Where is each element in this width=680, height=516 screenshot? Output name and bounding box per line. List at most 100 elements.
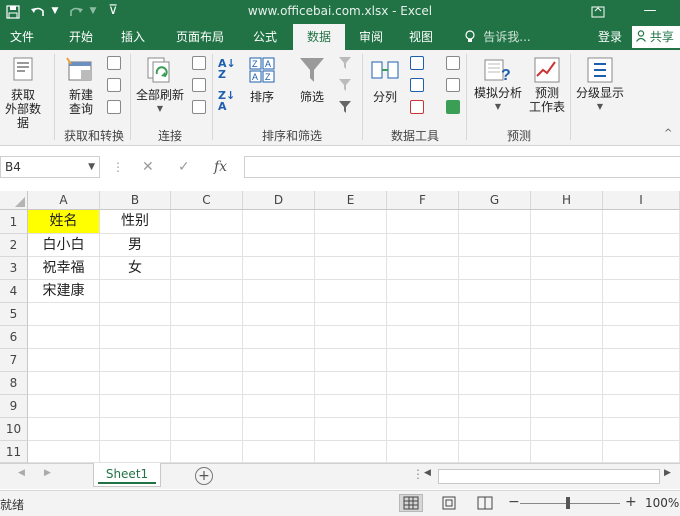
cell-F3[interactable] xyxy=(387,257,459,280)
cell-B7[interactable] xyxy=(100,349,171,372)
zoom-out-button[interactable]: − xyxy=(508,494,520,510)
cell-D7[interactable] xyxy=(243,349,315,372)
cell-D10[interactable] xyxy=(243,418,315,441)
edit-links-icon[interactable] xyxy=(192,100,206,114)
cell-H1[interactable] xyxy=(531,210,603,234)
cell-G2[interactable] xyxy=(459,234,531,257)
get-external-data-button[interactable]: 获取 外部数据 xyxy=(0,56,46,130)
cell-C3[interactable] xyxy=(171,257,243,280)
scroll-left-icon[interactable]: ◀ xyxy=(18,468,25,478)
cell-C2[interactable] xyxy=(171,234,243,257)
cell-F10[interactable] xyxy=(387,418,459,441)
text-to-columns-button[interactable]: 分列 xyxy=(366,56,404,126)
cell-I5[interactable] xyxy=(603,303,680,326)
cell-I9[interactable] xyxy=(603,395,680,418)
remove-duplicates-icon[interactable] xyxy=(410,78,424,92)
horizontal-scrollbar[interactable] xyxy=(438,469,660,484)
cell-I8[interactable] xyxy=(603,372,680,395)
cell-E10[interactable] xyxy=(315,418,387,441)
manage-data-model-icon[interactable] xyxy=(446,100,460,114)
cell-C1[interactable] xyxy=(171,210,243,234)
cell-G11[interactable] xyxy=(459,441,531,463)
row-header-2[interactable]: 2 xyxy=(0,234,28,257)
zoom-slider-thumb[interactable] xyxy=(566,497,570,509)
cell-E6[interactable] xyxy=(315,326,387,349)
page-layout-view-button[interactable] xyxy=(437,494,461,512)
insert-function-icon[interactable]: fx xyxy=(214,156,227,178)
row-header-8[interactable]: 8 xyxy=(0,372,28,395)
cell-D1[interactable] xyxy=(243,210,315,234)
cell-E3[interactable] xyxy=(315,257,387,280)
cell-C8[interactable] xyxy=(171,372,243,395)
cell-G3[interactable] xyxy=(459,257,531,280)
cell-H2[interactable] xyxy=(531,234,603,257)
cell-D9[interactable] xyxy=(243,395,315,418)
recent-sources-icon[interactable] xyxy=(107,100,121,114)
row-header-6[interactable]: 6 xyxy=(0,326,28,349)
sort-button[interactable]: ZAAZ 排序 xyxy=(242,56,282,126)
cell-E8[interactable] xyxy=(315,372,387,395)
refresh-all-button[interactable]: 全部刷新 ▼ xyxy=(132,56,188,126)
cell-F2[interactable] xyxy=(387,234,459,257)
clear-filter-icon[interactable] xyxy=(338,56,352,70)
zoom-in-button[interactable]: + xyxy=(625,494,637,510)
add-sheet-button[interactable]: + xyxy=(195,467,213,485)
column-header-B[interactable]: B xyxy=(100,191,171,210)
cell-A9[interactable] xyxy=(28,395,100,418)
cell-F8[interactable] xyxy=(387,372,459,395)
relationships-icon[interactable] xyxy=(446,78,460,92)
cell-D5[interactable] xyxy=(243,303,315,326)
scroll-right-icon[interactable]: ▶ xyxy=(44,468,51,478)
sort-z-a-icon[interactable]: Z↓ A xyxy=(218,90,235,112)
cell-B11[interactable] xyxy=(100,441,171,463)
cell-D11[interactable] xyxy=(243,441,315,463)
cell-C5[interactable] xyxy=(171,303,243,326)
cell-A2[interactable]: 白小白 xyxy=(28,234,100,257)
connections-icon[interactable] xyxy=(192,56,206,70)
cell-A3[interactable]: 祝幸福 xyxy=(28,257,100,280)
tab-view[interactable]: 视图 xyxy=(398,24,444,50)
cell-A8[interactable] xyxy=(28,372,100,395)
tab-review[interactable]: 审阅 xyxy=(348,24,394,50)
column-header-D[interactable]: D xyxy=(243,191,315,210)
row-header-3[interactable]: 3 xyxy=(0,257,28,280)
cell-D6[interactable] xyxy=(243,326,315,349)
formula-input[interactable] xyxy=(244,156,680,178)
tab-split-handle[interactable]: ⋮ xyxy=(412,467,424,481)
what-if-analysis-button[interactable]: ? 模拟分析 ▼ xyxy=(470,56,526,126)
row-header-4[interactable]: 4 xyxy=(0,280,28,303)
tab-home[interactable]: 开始 xyxy=(56,24,106,50)
cell-G7[interactable] xyxy=(459,349,531,372)
cell-B4[interactable] xyxy=(100,280,171,303)
hscroll-right-icon[interactable]: ▶ xyxy=(664,468,671,478)
cell-G10[interactable] xyxy=(459,418,531,441)
enter-icon[interactable]: ✓ xyxy=(178,156,190,178)
normal-view-button[interactable] xyxy=(399,494,423,512)
cell-E9[interactable] xyxy=(315,395,387,418)
consolidate-icon[interactable] xyxy=(446,56,460,70)
tab-file[interactable]: 文件 xyxy=(0,24,44,50)
hscroll-left-icon[interactable]: ◀ xyxy=(424,468,431,478)
cell-A1[interactable]: 姓名 xyxy=(28,210,100,234)
cell-B2[interactable]: 男 xyxy=(100,234,171,257)
cell-B6[interactable] xyxy=(100,326,171,349)
row-header-10[interactable]: 10 xyxy=(0,418,28,441)
tab-page-layout[interactable]: 页面布局 xyxy=(164,24,236,50)
cell-C7[interactable] xyxy=(171,349,243,372)
row-header-11[interactable]: 11 xyxy=(0,441,28,463)
cell-C10[interactable] xyxy=(171,418,243,441)
cell-I4[interactable] xyxy=(603,280,680,303)
cell-B10[interactable] xyxy=(100,418,171,441)
minimize-icon[interactable]: — xyxy=(636,0,664,24)
column-header-I[interactable]: I xyxy=(603,191,680,210)
cell-I1[interactable] xyxy=(603,210,680,234)
cell-E2[interactable] xyxy=(315,234,387,257)
chevron-down-icon[interactable]: ▼ xyxy=(88,157,95,177)
cell-H6[interactable] xyxy=(531,326,603,349)
cell-I2[interactable] xyxy=(603,234,680,257)
show-queries-icon[interactable] xyxy=(107,56,121,70)
cell-D4[interactable] xyxy=(243,280,315,303)
cell-H7[interactable] xyxy=(531,349,603,372)
name-box[interactable]: B4 ▼ xyxy=(0,156,100,178)
cell-G4[interactable] xyxy=(459,280,531,303)
